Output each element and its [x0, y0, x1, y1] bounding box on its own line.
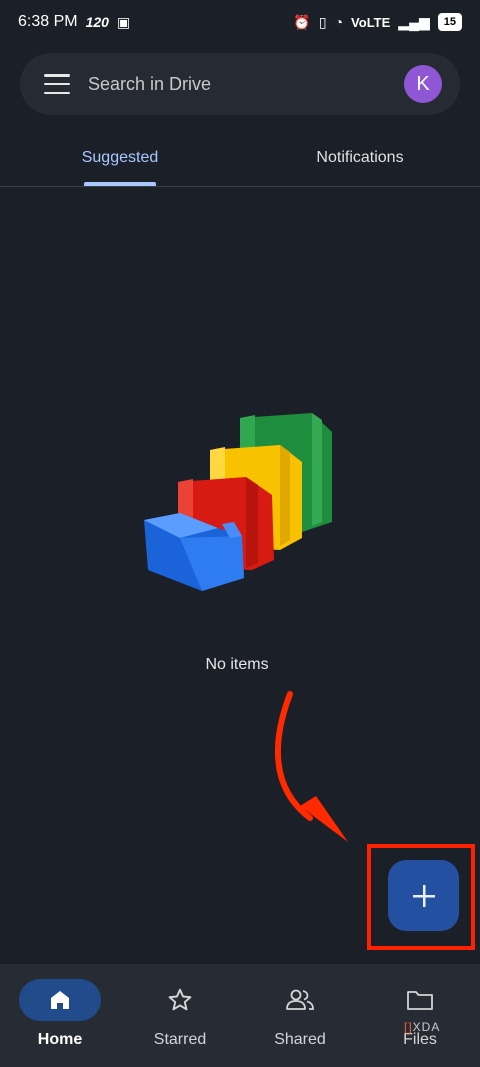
red-folder-front — [246, 477, 258, 568]
vibrate-icon: ▯ — [318, 13, 327, 30]
search-input[interactable]: Search in Drive — [88, 74, 404, 95]
tab-notifications[interactable]: Notifications — [240, 130, 480, 186]
empty-folders-illustration — [144, 413, 332, 591]
status-time: 6:38 PM — [18, 13, 78, 30]
plus-icon — [412, 884, 435, 907]
empty-state-message: No items — [205, 656, 269, 673]
nav-starred-label: Starred — [153, 1031, 207, 1048]
nav-shared-label: Shared — [274, 1031, 326, 1048]
search-bar[interactable]: Search in Drive K — [20, 53, 460, 115]
avatar[interactable]: K — [404, 65, 442, 103]
new-button[interactable] — [388, 860, 459, 931]
tab-suggested[interactable]: Suggested — [0, 130, 240, 186]
nav-files[interactable]: Files — [360, 964, 480, 1067]
nav-shared[interactable]: Shared — [240, 964, 360, 1067]
xda-watermark: []XDA — [404, 1020, 440, 1034]
yellow-folder-front — [280, 445, 290, 546]
wifi-icon: ◔ — [334, 14, 344, 30]
refresh-rate-indicator: 120 — [85, 14, 109, 30]
nav-home[interactable]: Home — [0, 964, 120, 1067]
alarm-icon: ⏰ — [293, 13, 311, 30]
home-icon — [51, 991, 69, 1009]
nav-files-icon-container — [379, 979, 461, 1021]
network-type: VoLTE — [351, 14, 391, 30]
tab-bar: Suggested Notifications — [0, 130, 480, 186]
nav-starred[interactable]: Starred — [120, 964, 240, 1067]
annotation-arrow-icon — [274, 691, 348, 842]
star-icon — [168, 988, 192, 1011]
xda-logo-icon: [] — [404, 1020, 413, 1034]
nav-starred-icon-container — [139, 979, 221, 1021]
people-icon — [286, 989, 314, 1010]
tab-divider — [0, 186, 480, 187]
nav-home-icon-container — [19, 979, 101, 1021]
green-folder-front — [312, 413, 322, 526]
folder-icon — [407, 991, 433, 1010]
watermark-text: XDA — [412, 1020, 441, 1034]
nav-home-label: Home — [37, 1031, 83, 1048]
signal-icon: ▂▄▆ — [398, 13, 430, 30]
bottom-navigation: Home Starred Shared Files — [0, 964, 480, 1067]
status-left: 6:38 PM 120 ▣ — [18, 13, 130, 31]
nav-shared-icon-container — [259, 979, 341, 1021]
notification-icon: ▣ — [116, 13, 131, 30]
menu-icon[interactable] — [44, 74, 70, 94]
status-bar: 6:38 PM 120 ▣ ⏰ ▯ ◔ VoLTE ▂▄▆ 15 — [0, 0, 480, 44]
status-right: ⏰ ▯ ◔ VoLTE ▂▄▆ 15 — [293, 13, 462, 31]
battery-indicator: 15 — [437, 13, 462, 31]
